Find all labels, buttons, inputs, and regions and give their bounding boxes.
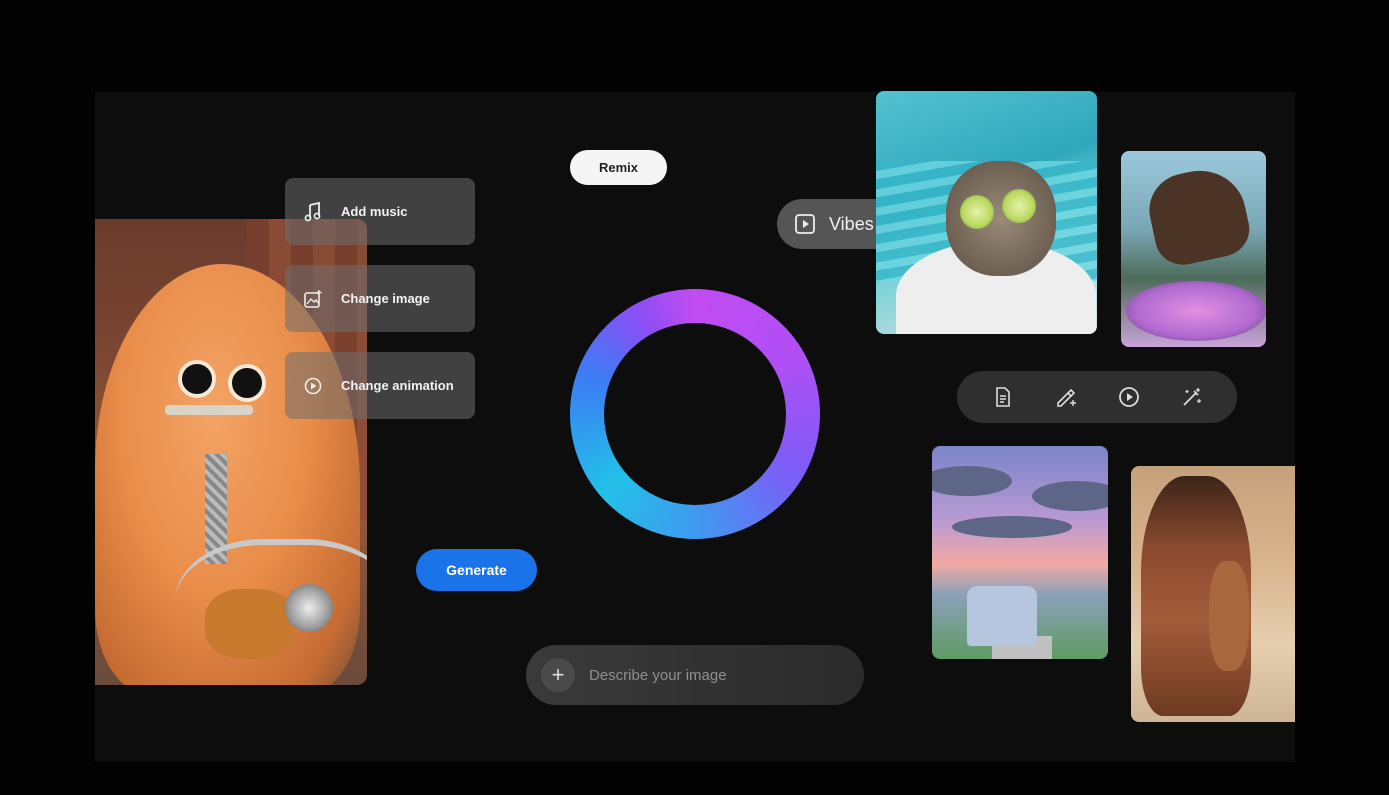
- moose-trampoline-image[interactable]: [1121, 151, 1266, 347]
- monster-eye-left: [178, 360, 216, 398]
- change-animation-button[interactable]: Change animation: [285, 352, 475, 419]
- cloud: [1032, 481, 1108, 511]
- remix-label: Remix: [598, 160, 639, 175]
- add-music-label: Add music: [341, 204, 408, 219]
- monster-eye-right: [228, 364, 266, 402]
- image-edit-icon: [303, 289, 323, 309]
- monster-mouth: [165, 405, 253, 415]
- video-play-icon: [794, 213, 816, 235]
- music-note-icon: [303, 201, 323, 222]
- motorbike-tank: [205, 589, 295, 659]
- background-player: [1209, 561, 1249, 671]
- cat-pool-image[interactable]: [876, 91, 1097, 334]
- loading-ring: [570, 289, 820, 539]
- pencil-sparkle-icon[interactable]: [1054, 385, 1078, 409]
- document-icon[interactable]: [991, 385, 1015, 409]
- change-image-button[interactable]: Change image: [285, 265, 475, 332]
- play-circle-icon: [303, 376, 323, 396]
- anime-van-image[interactable]: [932, 446, 1108, 659]
- plus-icon[interactable]: +: [541, 658, 575, 692]
- change-image-label: Change image: [341, 291, 430, 306]
- play-circle-icon[interactable]: [1117, 385, 1141, 409]
- van: [967, 586, 1037, 646]
- change-animation-label: Change animation: [341, 378, 454, 393]
- moose: [1142, 162, 1255, 270]
- remix-button[interactable]: Remix: [570, 150, 667, 185]
- vibes-label: Vibes: [829, 213, 874, 234]
- generate-button[interactable]: Generate: [416, 549, 537, 591]
- motorbike-headlamp: [285, 584, 333, 632]
- cucumber-slice-left: [960, 195, 994, 229]
- soccer-player-image[interactable]: [1131, 466, 1295, 722]
- cucumber-slice-right: [1002, 189, 1036, 223]
- add-music-button[interactable]: Add music: [285, 178, 475, 245]
- edit-toolbar: [957, 371, 1237, 423]
- generate-label: Generate: [446, 562, 507, 578]
- prompt-placeholder: Describe your image: [589, 666, 727, 684]
- cloud: [952, 516, 1072, 538]
- prompt-input-bar[interactable]: + Describe your image: [526, 645, 864, 705]
- magic-wand-icon[interactable]: [1180, 385, 1204, 409]
- stage: Add music Change image Change animation …: [0, 0, 1389, 795]
- trampoline: [1126, 281, 1266, 341]
- cloud: [932, 466, 1012, 496]
